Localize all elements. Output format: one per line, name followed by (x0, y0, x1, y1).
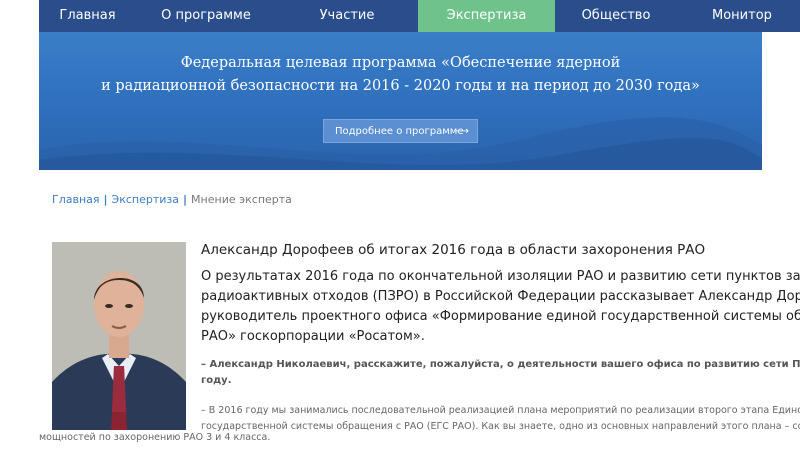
program-banner: Федеральная целевая программа «Обеспечен… (39, 32, 762, 170)
portrait-illustration (52, 242, 186, 430)
nav-item-about[interactable]: О программе (136, 0, 276, 32)
breadcrumb: Главная | Экспертиза | Мнение эксперта (52, 193, 292, 206)
question-line: году. (201, 375, 232, 386)
interview-question: – Александр Николаевич, расскажите, пожа… (201, 357, 800, 389)
nav-item-monitoring[interactable]: Монитор (677, 0, 800, 32)
banner-title-line1: Федеральная целевая программа «Обеспечен… (180, 55, 621, 71)
lead-line: О результатах 2016 года по окончательной… (201, 269, 800, 284)
breadcrumb-separator: | (183, 193, 188, 206)
arrow-right-icon: ⟶ (454, 126, 469, 137)
question-line: – Александр Николаевич, расскажите, пожа… (201, 359, 800, 370)
lead-line: руководитель проектного офиса «Формирова… (201, 309, 800, 324)
more-about-program-button[interactable]: Подробнее о программе ⟶ (323, 119, 478, 143)
nav-item-society[interactable]: Общество (555, 0, 677, 32)
answer-line: – В 2016 году мы занимались последовател… (201, 405, 800, 416)
more-button-label: Подробнее о программе (335, 126, 464, 137)
main-nav: Главная О программе Участие Экспертиза О… (39, 0, 800, 32)
article: Александр Дорофеев об итогах 2016 года в… (201, 241, 800, 435)
nav-item-home[interactable]: Главная (39, 0, 136, 32)
nav-item-participation[interactable]: Участие (276, 0, 418, 32)
article-lead: О результатах 2016 года по окончательной… (201, 267, 800, 347)
banner-title-line2: и радиационной безопасности на 2016 - 20… (101, 78, 700, 94)
article-title: Александр Дорофеев об итогах 2016 года в… (201, 242, 706, 258)
breadcrumb-current: Мнение эксперта (191, 193, 292, 206)
lead-line: радиоактивных отходов (ПЗРО) в Российско… (201, 289, 800, 304)
nav-item-expertise[interactable]: Экспертиза (418, 0, 555, 32)
expert-photo (52, 242, 186, 430)
breadcrumb-separator: | (103, 193, 108, 206)
answer-continuation: мощностей по захоронению РАО 3 и 4 класс… (39, 432, 271, 443)
banner-title: Федеральная целевая программа «Обеспечен… (39, 52, 762, 98)
answer-line: государственной системы обращения с РАО … (201, 421, 800, 432)
interview-answer: – В 2016 году мы занимались последовател… (201, 403, 800, 435)
breadcrumb-section-link[interactable]: Экспертиза (112, 193, 179, 206)
breadcrumb-home-link[interactable]: Главная (52, 193, 100, 206)
lead-line: РАО» госкорпорации «Росатом». (201, 329, 425, 344)
